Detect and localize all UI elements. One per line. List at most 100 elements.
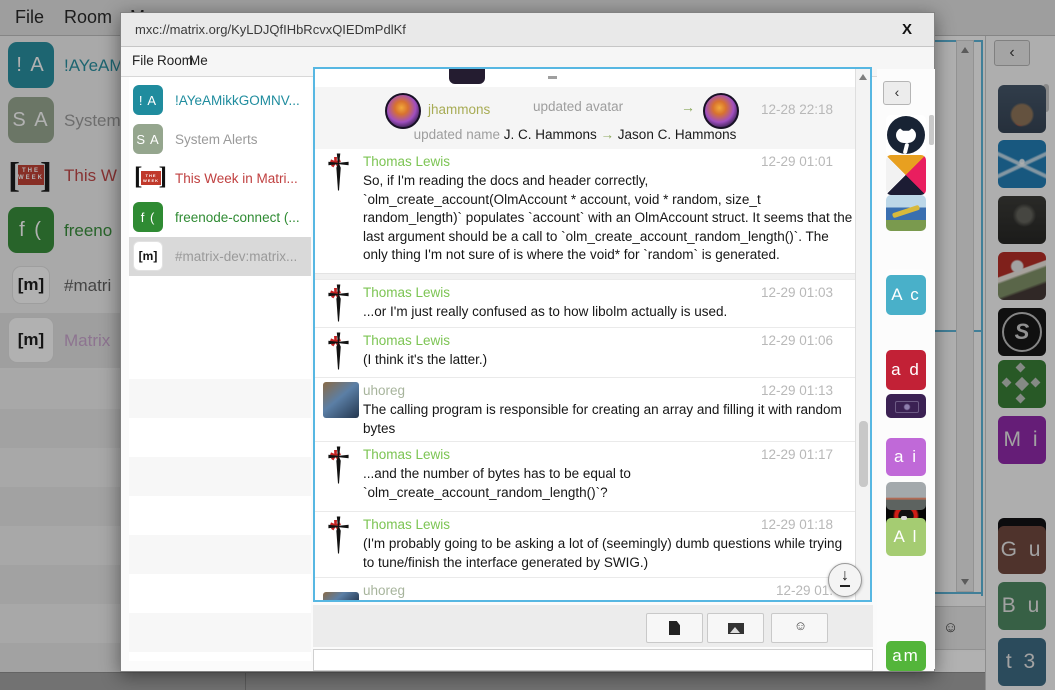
message-timestamp: 12-29 01:	[776, 583, 833, 598]
member-avatar-am[interactable]: am	[886, 641, 926, 671]
message-text: (I'm probably going to be asking a lot o…	[363, 535, 855, 572]
message-sender: Thomas Lewis	[363, 517, 450, 532]
message-text: ...and the number of bytes has to be equ…	[363, 465, 855, 502]
member-avatar-ad[interactable]: a d	[886, 350, 926, 390]
member-avatar-ac[interactable]: A c	[886, 275, 926, 315]
room-freenode[interactable]: f ( freenode-connect (...	[129, 198, 311, 237]
message-text: So, if I'm reading the docs and header c…	[363, 172, 855, 265]
thomas-lewis-cross-avatar: *†	[323, 516, 357, 564]
smiley-icon: ☺	[772, 618, 829, 633]
new-display-name: Jason C. Hammons	[618, 127, 737, 142]
message-text: The calling program is responsible for c…	[363, 401, 855, 438]
scroll-to-bottom-icon: ↓	[840, 567, 850, 587]
member-avatar-landscape[interactable]	[886, 482, 926, 510]
message-row: *† Thomas Lewis 12-29 01:06 (I think it'…	[315, 327, 855, 373]
message-sender: uhoreg	[363, 583, 405, 598]
event-action: updated avatar	[533, 99, 623, 114]
uhoreg-avatar	[323, 592, 359, 602]
message-row: *† Thomas Lewis 12-29 01:03 ...or I'm ju…	[315, 279, 855, 325]
document-icon	[669, 621, 680, 635]
message-sender: Thomas Lewis	[363, 285, 450, 300]
message-sender: Thomas Lewis	[363, 447, 450, 462]
partial-avatar	[449, 69, 485, 84]
uhoreg-avatar	[323, 382, 359, 418]
scroll-up-icon[interactable]	[859, 74, 867, 80]
matrix-logo-icon: [m]	[133, 241, 163, 271]
bracket: ]	[159, 163, 168, 191]
event-sender: jhammons	[428, 102, 490, 117]
modal-title: mxc://matrix.org/KyLDJQfIHbRcvxQIEDmPdlK…	[135, 13, 406, 47]
chat-scrollbar[interactable]	[855, 69, 870, 600]
room-name: freenode-connect (...	[175, 198, 309, 237]
message-timestamp: 12-29 01:03	[761, 285, 833, 300]
message-row: *† Thomas Lewis 12-29 01:17 ...and the n…	[315, 441, 855, 507]
room-avatar: ! A	[133, 85, 163, 115]
message-sender: uhoreg	[363, 383, 405, 398]
attach-image-button[interactable]	[707, 613, 764, 643]
thomas-lewis-cross-avatar: *†	[323, 153, 357, 201]
room-name: System Alerts	[175, 120, 309, 159]
chat-scrollbar-thumb[interactable]	[859, 421, 868, 487]
room-matrix-dev-selected[interactable]: [m] #matrix-dev:matrix...	[129, 237, 311, 276]
event-timestamp: 12-28 22:18	[761, 102, 833, 117]
room-name: !AYeAMikkGOMNV...	[175, 81, 309, 120]
scroll-to-bottom-button[interactable]: ↓	[828, 563, 862, 597]
room-name: #matrix-dev:matrix...	[175, 237, 309, 276]
attach-file-button[interactable]	[646, 613, 703, 643]
event-detail: updated name J. C. Hammons → Jason C. Ha…	[315, 127, 835, 142]
modal-room-list: ! A !AYeAMikkGOMNV... S A System Alerts …	[129, 77, 311, 661]
room-avatar: f (	[133, 202, 163, 232]
member-avatar-ai[interactable]: a i	[886, 438, 926, 476]
modal-menu-file[interactable]: File	[132, 53, 154, 68]
chat-timeline: jhammons updated avatar → 12-28 22:18 up…	[313, 67, 872, 602]
octocat-icon	[887, 116, 925, 154]
thomas-lewis-cross-avatar: *†	[323, 446, 357, 494]
state-event-row: jhammons updated avatar → 12-28 22:18 up…	[315, 87, 855, 149]
arrow-right-icon: →	[601, 127, 615, 142]
modal-member-strip: ‹ A c a d a i A l am	[877, 69, 935, 669]
old-display-name: J. C. Hammons	[504, 127, 597, 142]
members-scrollbar-thumb[interactable]	[929, 115, 934, 145]
member-avatar-biplane[interactable]	[886, 195, 926, 231]
message-row: *† Thomas Lewis 12-29 01:18 (I'm probabl…	[315, 511, 855, 575]
message-sender: Thomas Lewis	[363, 333, 450, 348]
message-row: *† Thomas Lewis 12-29 01:01 So, if I'm r…	[315, 149, 855, 275]
message-timestamp: 12-29 01:06	[761, 333, 833, 348]
empty-room-rows	[129, 340, 311, 661]
partial-text	[548, 76, 557, 79]
message-row: uhoreg 12-29 01:13 The calling program i…	[315, 377, 855, 437]
composer-toolbar: ☺	[313, 605, 873, 647]
modal-menu-me[interactable]: Me	[189, 53, 208, 68]
message-timestamp: 12-29 01:01	[761, 154, 833, 169]
member-avatar-github-octocat[interactable]	[886, 115, 926, 155]
collapse-members-button[interactable]: ‹	[883, 81, 911, 105]
member-avatar-banner[interactable]	[886, 394, 926, 418]
jhammons-new-avatar	[703, 93, 739, 129]
twim-logo-icon: [ THEWEEK ]	[136, 163, 166, 193]
message-timestamp: 12-29 01:18	[761, 517, 833, 532]
member-avatar-quilt[interactable]	[886, 155, 926, 195]
room-name: This Week in Matri...	[175, 159, 309, 198]
room-system-alerts[interactable]: S A System Alerts	[129, 120, 311, 159]
modal-menu-room[interactable]: Room	[157, 53, 193, 68]
room-ayeam[interactable]: ! A !AYeAMikkGOMNV...	[129, 81, 311, 120]
partial-message-row	[315, 69, 855, 87]
image-icon	[728, 623, 744, 634]
emoji-button[interactable]: ☺	[771, 613, 828, 643]
jhammons-avatar	[385, 93, 421, 129]
modal-titlebar[interactable]: mxc://matrix.org/KyLDJQfIHbRcvxQIEDmPdlK…	[121, 13, 934, 47]
message-row-partial: uhoreg 12-29 01:	[315, 577, 855, 602]
thomas-lewis-cross-avatar: *†	[323, 332, 357, 380]
message-timestamp: 12-29 01:13	[761, 383, 833, 398]
member-avatar-al[interactable]: A l	[886, 518, 926, 556]
screen: File Room Me ! A !AYeAM S A System [ THE…	[0, 0, 1055, 690]
message-sender: Thomas Lewis	[363, 154, 450, 169]
message-input[interactable]	[313, 649, 873, 671]
message-timestamp: 12-29 01:17	[761, 447, 833, 462]
room-twim[interactable]: [ THEWEEK ] This Week in Matri...	[129, 159, 311, 198]
close-icon[interactable]: X	[896, 19, 918, 41]
arrow-right-icon: →	[681, 99, 695, 115]
image-viewer-modal: mxc://matrix.org/KyLDJQfIHbRcvxQIEDmPdlK…	[120, 12, 935, 672]
message-text: (I think it's the latter.)	[363, 351, 855, 370]
room-avatar: S A	[133, 124, 163, 154]
